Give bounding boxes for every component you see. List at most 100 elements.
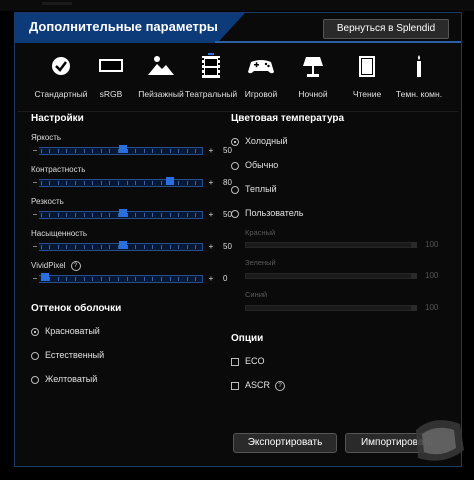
slider-track	[245, 273, 417, 279]
mode-night[interactable]: Ночной	[287, 51, 339, 107]
slider-tick	[49, 213, 51, 217]
slider-tick	[186, 149, 188, 153]
blue-label: Синий	[245, 290, 268, 299]
slider-tick	[169, 213, 171, 217]
back-to-splendid-button[interactable]: Вернуться в Splendid	[323, 19, 449, 39]
check-circle-icon	[35, 53, 87, 79]
contrast-value: 80	[223, 178, 232, 187]
slider-tick	[75, 277, 76, 281]
decrease-button[interactable]: −	[31, 179, 39, 187]
export-button[interactable]: Экспортировать	[233, 433, 337, 453]
slider-tick	[178, 245, 180, 249]
decrease-button[interactable]: −	[31, 275, 39, 283]
mode-dark-room[interactable]: Темн. комн.	[393, 51, 445, 107]
increase-button[interactable]: +	[207, 211, 215, 219]
decrease-button[interactable]: −	[31, 243, 39, 251]
slider-track[interactable]	[31, 147, 203, 155]
brightness-label: Яркость	[31, 133, 62, 142]
slider-tick	[100, 245, 102, 249]
gamepad-icon	[235, 53, 287, 79]
slider-tick	[161, 245, 162, 249]
slider-tick	[92, 181, 94, 185]
increase-button[interactable]: +	[207, 147, 215, 155]
page-title: Дополнительные параметры	[29, 19, 218, 34]
slider-knob[interactable]	[41, 273, 49, 281]
slider-track[interactable]	[31, 211, 203, 219]
slider-tick	[169, 277, 171, 281]
radio-indicator	[231, 138, 239, 146]
slider-knob[interactable]	[119, 209, 127, 217]
slider-tick	[100, 181, 102, 185]
checkbox-indicator	[231, 358, 239, 366]
vividpixel-value: 0	[223, 274, 228, 283]
landscape-icon	[135, 53, 187, 79]
checkbox-indicator	[231, 382, 239, 390]
slider-tick	[195, 149, 197, 153]
slider-knob[interactable]	[165, 177, 174, 185]
slider-tick	[178, 213, 180, 217]
slider-tick	[186, 277, 188, 281]
increase-button[interactable]: +	[207, 243, 215, 251]
slider-tick	[195, 245, 197, 249]
slider-tick	[40, 149, 42, 153]
slider-tick	[49, 245, 51, 249]
watermark-logo	[404, 410, 474, 470]
book-icon	[341, 53, 393, 79]
slider-tick	[135, 213, 137, 217]
slider-track	[245, 305, 417, 311]
slider-end	[411, 242, 417, 248]
slider-tick	[57, 181, 59, 185]
increase-button[interactable]: +	[207, 179, 215, 187]
slider-tick	[143, 149, 145, 153]
lamp-icon	[287, 53, 339, 79]
slider-tick	[161, 213, 162, 217]
increase-button[interactable]: +	[207, 275, 215, 283]
slider-tick	[135, 245, 137, 249]
slider-tick	[57, 149, 59, 153]
slider-tick	[161, 149, 162, 153]
slider-tick	[109, 277, 111, 281]
contrast-label: Контрастность	[31, 165, 86, 174]
divider	[17, 111, 459, 112]
blue-slider: 100	[245, 303, 455, 313]
blue-value: 100	[425, 303, 439, 312]
slider-tick	[66, 245, 68, 249]
slider-track[interactable]	[31, 243, 203, 251]
vividpixel-slider: − + 0	[31, 273, 231, 285]
slider-tick	[109, 149, 111, 153]
slider-tick	[57, 213, 59, 217]
ascr-label: ASCR	[245, 380, 271, 390]
slider-tick	[40, 181, 42, 185]
radio-indicator	[31, 352, 39, 360]
slider-tick	[109, 181, 111, 185]
mode-game[interactable]: Игровой	[235, 51, 287, 107]
red-slider: 100	[245, 240, 455, 250]
help-icon[interactable]: ?	[275, 380, 286, 391]
slider-knob[interactable]	[119, 145, 127, 153]
slider-tick	[152, 277, 154, 281]
color-temp-heading: Цветовая температура	[231, 113, 345, 124]
radio-indicator	[231, 210, 239, 218]
radio-indicator	[231, 186, 239, 194]
mode-reading[interactable]: Чтение	[341, 51, 393, 107]
decrease-button[interactable]: −	[31, 211, 39, 219]
slider-tick	[195, 181, 197, 185]
slider-tick	[100, 277, 102, 281]
slider-tick	[49, 149, 51, 153]
slider-tick	[135, 149, 137, 153]
help-icon[interactable]: ?	[70, 261, 81, 271]
brightness-slider: − + 50	[31, 145, 232, 157]
decrease-button[interactable]: −	[31, 147, 39, 155]
radio-indicator	[31, 376, 39, 384]
slider-tick	[40, 245, 42, 249]
slider-tick	[75, 149, 76, 153]
slider-tick	[186, 181, 188, 185]
slider-track[interactable]	[31, 179, 203, 187]
slider-tick	[66, 213, 68, 217]
slider-tick	[143, 245, 145, 249]
green-value: 100	[425, 271, 439, 280]
slider-knob[interactable]	[119, 241, 127, 249]
slider-tick	[92, 213, 94, 217]
slider-tick	[152, 245, 154, 249]
slider-track[interactable]	[31, 275, 203, 283]
